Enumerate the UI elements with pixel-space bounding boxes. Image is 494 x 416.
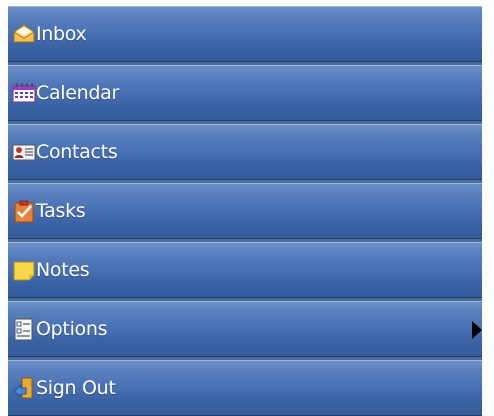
navigation-menu: Inbox Calendar Contacts Tasks Notes Opti… [8,6,482,416]
menu-item-label: Calendar [36,82,120,104]
envelope-icon [12,22,36,46]
menu-item-label: Sign Out [36,377,116,399]
calendar-icon [12,81,36,105]
menu-item-contacts[interactable]: Contacts [8,124,482,180]
menu-item-label: Tasks [36,200,86,222]
menu-item-calendar[interactable]: Calendar [8,65,482,121]
menu-item-label: Options [36,318,108,340]
menu-item-options[interactable]: Options [8,301,482,357]
submenu-arrow-icon [472,321,482,339]
menu-item-label: Contacts [36,141,118,163]
menu-item-inbox[interactable]: Inbox [8,6,482,62]
menu-item-notes[interactable]: Notes [8,242,482,298]
menu-item-sign-out[interactable]: Sign Out [8,360,482,416]
menu-item-label: Inbox [36,23,87,45]
sign-out-icon [12,376,36,400]
options-form-icon [12,317,36,341]
task-clipboard-icon [12,199,36,223]
menu-item-label: Notes [36,259,90,281]
menu-item-tasks[interactable]: Tasks [8,183,482,239]
page-margin [482,0,494,416]
contact-card-icon [12,140,36,164]
sticky-note-icon [12,258,36,282]
